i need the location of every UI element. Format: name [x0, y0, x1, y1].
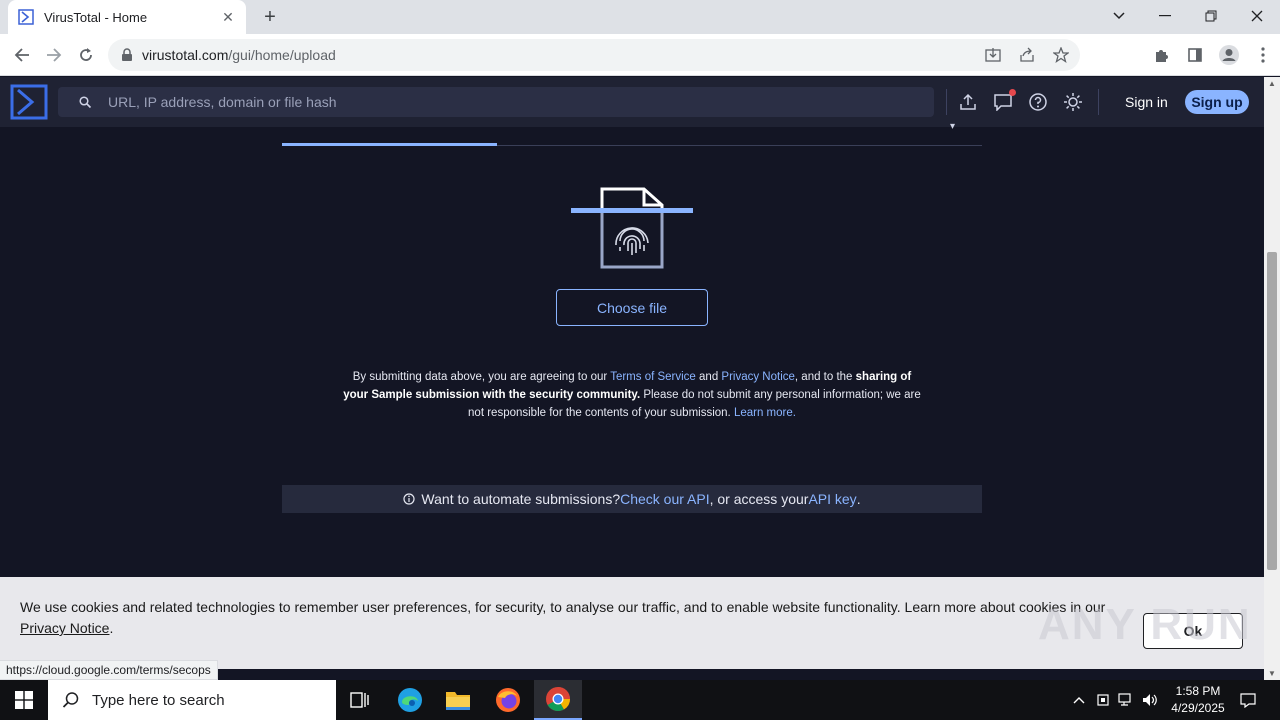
volume-icon[interactable]	[1139, 680, 1161, 720]
reload-icon[interactable]	[72, 41, 100, 69]
tab-title: VirusTotal - Home	[44, 9, 148, 25]
taskbar-search-icon	[62, 692, 79, 708]
check-api-link[interactable]: Check our API	[620, 491, 710, 507]
notifications-chat-icon[interactable]	[992, 89, 1016, 113]
search-icon	[79, 96, 92, 109]
back-icon[interactable]	[8, 41, 36, 69]
chrome-icon[interactable]	[534, 680, 582, 720]
profile-avatar-icon[interactable]	[1216, 41, 1242, 69]
sign-in-link[interactable]: Sign in	[1125, 94, 1168, 110]
clock-time: 1:58 PM	[1175, 684, 1221, 698]
scroll-down-icon[interactable]: ▼	[1268, 669, 1276, 678]
tray-overflow-chevron-icon[interactable]	[1068, 680, 1090, 720]
restore-icon[interactable]	[1188, 0, 1234, 32]
scroll-up-icon[interactable]: ▲	[1268, 79, 1276, 88]
file-fingerprint-icon	[571, 187, 693, 269]
taskbar-search-box[interactable]: Type here to search	[48, 680, 336, 720]
info-icon	[403, 493, 416, 505]
taskbar-search-placeholder: Type here to search	[92, 691, 225, 709]
virustotal-favicon-icon	[18, 9, 34, 25]
windows-start-icon[interactable]	[0, 680, 48, 720]
cookie-text: We use cookies and related technologies …	[20, 599, 1106, 636]
browser-tab-bar: VirusTotal - Home ✕ +	[0, 0, 1280, 34]
network-icon[interactable]	[1115, 680, 1137, 720]
cookie-privacy-notice-link[interactable]: Privacy Notice	[20, 620, 109, 636]
forward-icon[interactable]	[40, 41, 68, 69]
api-info-bar: Want to automate submissions? Check our …	[282, 485, 982, 513]
vt-search-input[interactable]	[108, 94, 908, 110]
tab-overflow-icon[interactable]: ▾	[950, 121, 955, 132]
firefox-icon[interactable]	[484, 680, 532, 720]
browser-tab[interactable]: VirusTotal - Home ✕	[8, 0, 246, 34]
anyrun-watermark: ANY RUN	[1038, 600, 1252, 649]
close-window-icon[interactable]	[1234, 0, 1280, 32]
tray-security-icon[interactable]	[1092, 680, 1114, 720]
minimize-icon[interactable]	[1142, 0, 1188, 32]
tab-search-chevron-icon[interactable]	[1096, 0, 1142, 32]
active-tab-indicator	[282, 143, 497, 146]
browser-menu-icon[interactable]	[1250, 41, 1276, 69]
browser-toolbar: virustotal.com/gui/home/upload	[0, 34, 1280, 76]
vt-search-box[interactable]	[58, 87, 934, 117]
privacy-notice-link[interactable]: Privacy Notice	[721, 371, 795, 383]
page-scrollbar[interactable]: ▲ ▼	[1264, 77, 1280, 680]
scrollbar-thumb[interactable]	[1267, 252, 1277, 570]
install-app-icon[interactable]	[982, 46, 1004, 64]
tab-close-icon[interactable]: ✕	[220, 9, 236, 25]
file-explorer-icon[interactable]	[434, 680, 482, 720]
clock-date: 4/29/2025	[1171, 701, 1225, 715]
taskbar-clock[interactable]: 1:58 PM 4/29/2025	[1160, 683, 1236, 717]
upload-main: ▾ Choose file By submitting data above, …	[0, 121, 1264, 577]
header-divider	[946, 89, 947, 115]
vt-header: Sign in Sign up	[0, 77, 1264, 127]
virustotal-logo-icon[interactable]	[10, 84, 48, 120]
learn-more-link[interactable]: Learn more.	[734, 407, 796, 419]
windows-taskbar: Type here to search 1:58 PM 4/29/2025	[0, 680, 1280, 720]
status-bar-url: https://cloud.google.com/terms/secops	[0, 660, 218, 680]
theme-toggle-sun-icon[interactable]	[1062, 91, 1084, 113]
help-icon[interactable]	[1027, 91, 1049, 113]
api-key-link[interactable]: API key	[808, 491, 856, 507]
share-icon[interactable]	[1016, 46, 1038, 64]
address-bar[interactable]: virustotal.com/gui/home/upload	[108, 39, 1080, 71]
choose-file-button[interactable]: Choose file	[556, 289, 708, 326]
lock-icon	[122, 48, 132, 61]
notification-center-icon[interactable]	[1236, 680, 1260, 720]
side-panel-icon[interactable]	[1182, 41, 1208, 69]
header-divider	[1098, 89, 1099, 115]
new-tab-icon[interactable]: +	[258, 5, 282, 29]
notification-dot	[1009, 89, 1016, 96]
submission-legal-text: By submitting data above, you are agreei…	[343, 371, 921, 419]
extensions-puzzle-icon[interactable]	[1148, 41, 1174, 69]
edge-browser-icon[interactable]	[386, 680, 434, 720]
bookmark-star-icon[interactable]	[1050, 46, 1072, 64]
terms-of-service-link[interactable]: Terms of Service	[610, 371, 696, 383]
sign-up-button[interactable]: Sign up	[1185, 90, 1249, 114]
task-view-icon[interactable]	[336, 680, 384, 720]
upload-icon[interactable]	[957, 91, 979, 113]
url-text: virustotal.com/gui/home/upload	[142, 47, 336, 63]
